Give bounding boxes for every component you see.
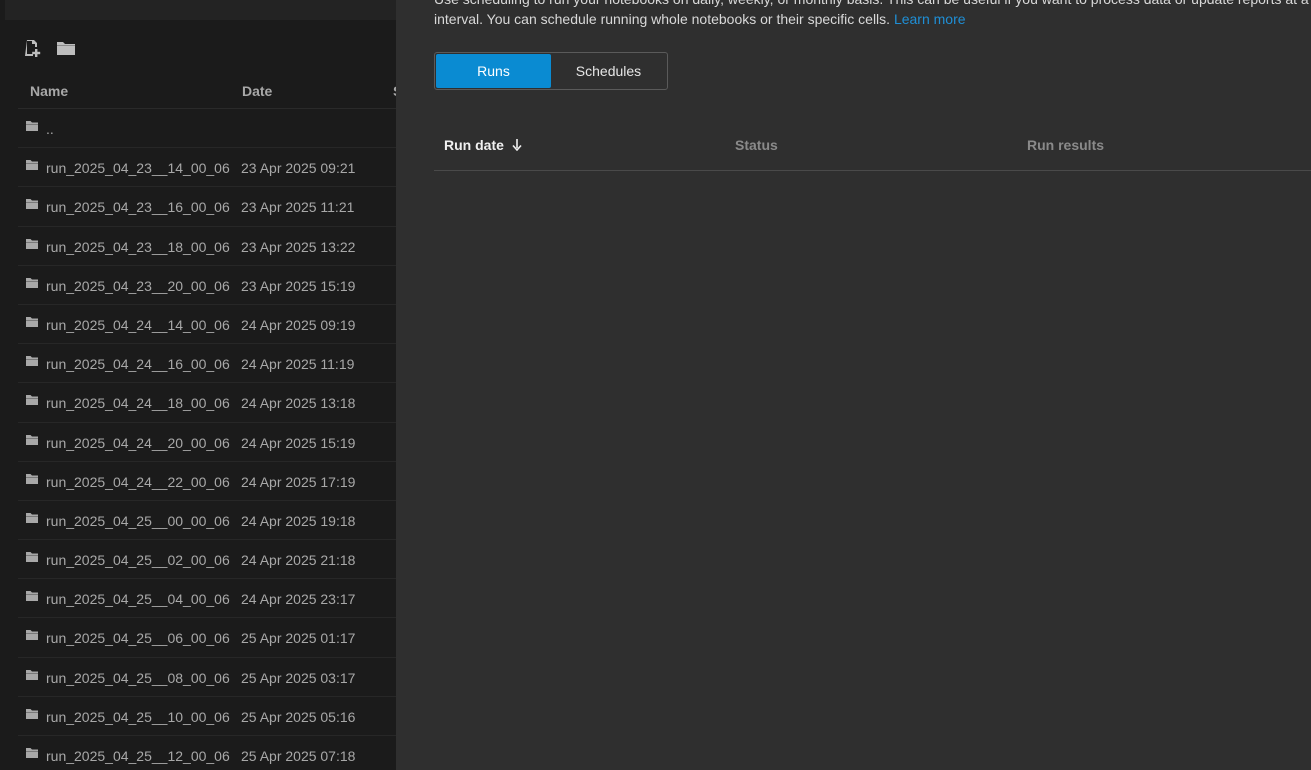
new-file-icon[interactable] bbox=[24, 38, 44, 58]
tab-schedules[interactable]: Schedules bbox=[551, 54, 666, 88]
file-row[interactable]: run_2025_04_25__12_00_06 25 Apr 2025 07:… bbox=[18, 736, 396, 770]
file-date: 23 Apr 2025 15:19 bbox=[241, 277, 356, 294]
file-date: 24 Apr 2025 21:18 bbox=[241, 552, 356, 569]
file-name: run_2025_04_25__06_00_06 bbox=[46, 630, 230, 647]
file-row[interactable]: run_2025_04_23__16_00_06 23 Apr 2025 11:… bbox=[18, 187, 396, 227]
folder-icon bbox=[26, 630, 38, 641]
file-date: 24 Apr 2025 17:19 bbox=[241, 473, 356, 490]
folder-icon bbox=[26, 277, 38, 288]
new-folder-icon[interactable] bbox=[56, 38, 76, 58]
file-row[interactable]: run_2025_04_24__22_00_06 24 Apr 2025 17:… bbox=[18, 462, 396, 501]
learn-more-link[interactable]: Learn more bbox=[894, 11, 966, 27]
file-browser: Name Date S .. run_2025_04_23__14_00_06 … bbox=[0, 0, 396, 770]
column-run-date[interactable]: Run date bbox=[444, 137, 522, 153]
file-row[interactable]: run_2025_04_25__00_00_06 24 Apr 2025 19:… bbox=[18, 501, 396, 541]
folder-icon bbox=[26, 238, 38, 249]
folder-icon bbox=[26, 473, 38, 484]
folder-icon bbox=[26, 121, 38, 131]
file-row[interactable]: run_2025_04_24__18_00_06 24 Apr 2025 13:… bbox=[18, 383, 396, 423]
tab-runs[interactable]: Runs bbox=[436, 54, 551, 88]
folder-icon bbox=[26, 395, 38, 406]
file-name: run_2025_04_25__08_00_06 bbox=[46, 669, 230, 686]
file-name: run_2025_04_24__18_00_06 bbox=[46, 395, 230, 412]
file-list: .. run_2025_04_23__14_00_06 23 Apr 2025 … bbox=[18, 109, 396, 770]
runs-schedules-toggle: Runs Schedules bbox=[434, 52, 668, 90]
folder-icon bbox=[26, 669, 38, 680]
file-list-header: Name Date S bbox=[18, 72, 396, 109]
file-date: 25 Apr 2025 05:16 bbox=[241, 708, 356, 725]
file-row[interactable]: run_2025_04_25__10_00_06 25 Apr 2025 05:… bbox=[18, 697, 396, 736]
file-row[interactable]: run_2025_04_24__14_00_06 24 Apr 2025 09:… bbox=[18, 305, 396, 345]
file-date: 25 Apr 2025 01:17 bbox=[241, 630, 356, 647]
scheduling-description: Use scheduling to run your notebooks on … bbox=[434, 0, 1311, 29]
folder-icon bbox=[26, 512, 38, 523]
file-date: 25 Apr 2025 07:18 bbox=[241, 748, 356, 764]
file-name: run_2025_04_25__00_00_06 bbox=[46, 512, 230, 529]
file-date: 24 Apr 2025 13:18 bbox=[241, 395, 356, 412]
file-name: run_2025_04_25__10_00_06 bbox=[46, 708, 230, 725]
description-line-2-text: interval. You can schedule running whole… bbox=[434, 11, 891, 27]
column-status[interactable]: Status bbox=[735, 137, 778, 153]
file-date: 23 Apr 2025 11:21 bbox=[241, 199, 355, 216]
folder-icon bbox=[26, 708, 38, 719]
file-date: 24 Apr 2025 15:19 bbox=[241, 434, 356, 451]
file-name: .. bbox=[46, 121, 54, 137]
file-name: run_2025_04_24__20_00_06 bbox=[46, 434, 230, 451]
file-date: 24 Apr 2025 19:18 bbox=[241, 512, 356, 529]
description-line-2: interval. You can schedule running whole… bbox=[434, 9, 1311, 29]
file-name: run_2025_04_23__16_00_06 bbox=[46, 199, 230, 216]
file-row[interactable]: run_2025_04_24__20_00_06 24 Apr 2025 15:… bbox=[18, 423, 396, 462]
file-name: run_2025_04_24__14_00_06 bbox=[46, 316, 230, 333]
arrow-down-icon bbox=[512, 139, 522, 151]
file-date: 24 Apr 2025 09:19 bbox=[241, 316, 356, 333]
file-name: run_2025_04_23__14_00_06 bbox=[46, 160, 230, 177]
file-name: run_2025_04_25__02_00_06 bbox=[46, 552, 230, 569]
file-name: run_2025_04_25__12_00_06 bbox=[46, 748, 230, 764]
file-row-parent[interactable]: .. bbox=[18, 109, 396, 149]
file-row[interactable]: run_2025_04_25__06_00_06 25 Apr 2025 01:… bbox=[18, 618, 396, 658]
folder-icon bbox=[26, 356, 38, 367]
file-row[interactable]: run_2025_04_23__20_00_06 23 Apr 2025 15:… bbox=[18, 266, 396, 305]
file-row[interactable]: run_2025_04_24__16_00_06 24 Apr 2025 11:… bbox=[18, 344, 396, 384]
folder-icon bbox=[26, 748, 38, 758]
file-row[interactable]: run_2025_04_23__14_00_06 23 Apr 2025 09:… bbox=[18, 148, 396, 188]
scheduling-panel: Use scheduling to run your notebooks on … bbox=[396, 0, 1311, 770]
column-run-date-label: Run date bbox=[444, 137, 504, 153]
file-name: run_2025_04_24__16_00_06 bbox=[46, 356, 230, 373]
file-date: 23 Apr 2025 13:22 bbox=[241, 238, 356, 255]
column-date-header[interactable]: Date bbox=[242, 83, 272, 99]
file-date: 24 Apr 2025 11:19 bbox=[241, 356, 355, 373]
top-strip bbox=[5, 0, 396, 20]
description-line-1: Use scheduling to run your notebooks on … bbox=[434, 0, 1311, 9]
file-toolbar bbox=[24, 38, 76, 58]
file-date: 24 Apr 2025 23:17 bbox=[241, 591, 356, 608]
file-date: 25 Apr 2025 03:17 bbox=[241, 669, 356, 686]
file-row[interactable]: run_2025_04_23__18_00_06 23 Apr 2025 13:… bbox=[18, 227, 396, 266]
file-row[interactable]: run_2025_04_25__08_00_06 25 Apr 2025 03:… bbox=[18, 658, 396, 697]
file-name: run_2025_04_23__20_00_06 bbox=[46, 277, 230, 294]
file-row[interactable]: run_2025_04_25__02_00_06 24 Apr 2025 21:… bbox=[18, 540, 396, 580]
file-name: run_2025_04_24__22_00_06 bbox=[46, 473, 230, 490]
file-date: 23 Apr 2025 09:21 bbox=[241, 160, 356, 177]
runs-table-header: Run date Status Run results bbox=[434, 124, 1311, 171]
folder-icon bbox=[26, 552, 38, 563]
file-row[interactable]: run_2025_04_25__04_00_06 24 Apr 2025 23:… bbox=[18, 579, 396, 619]
folder-icon bbox=[26, 591, 38, 602]
folder-icon bbox=[26, 160, 38, 171]
column-name-header[interactable]: Name bbox=[30, 83, 68, 99]
file-name: run_2025_04_25__04_00_06 bbox=[46, 591, 230, 608]
file-name: run_2025_04_23__18_00_06 bbox=[46, 238, 230, 255]
folder-icon bbox=[26, 199, 38, 210]
folder-icon bbox=[26, 434, 38, 445]
folder-icon bbox=[26, 316, 38, 327]
column-run-results[interactable]: Run results bbox=[1027, 137, 1104, 153]
